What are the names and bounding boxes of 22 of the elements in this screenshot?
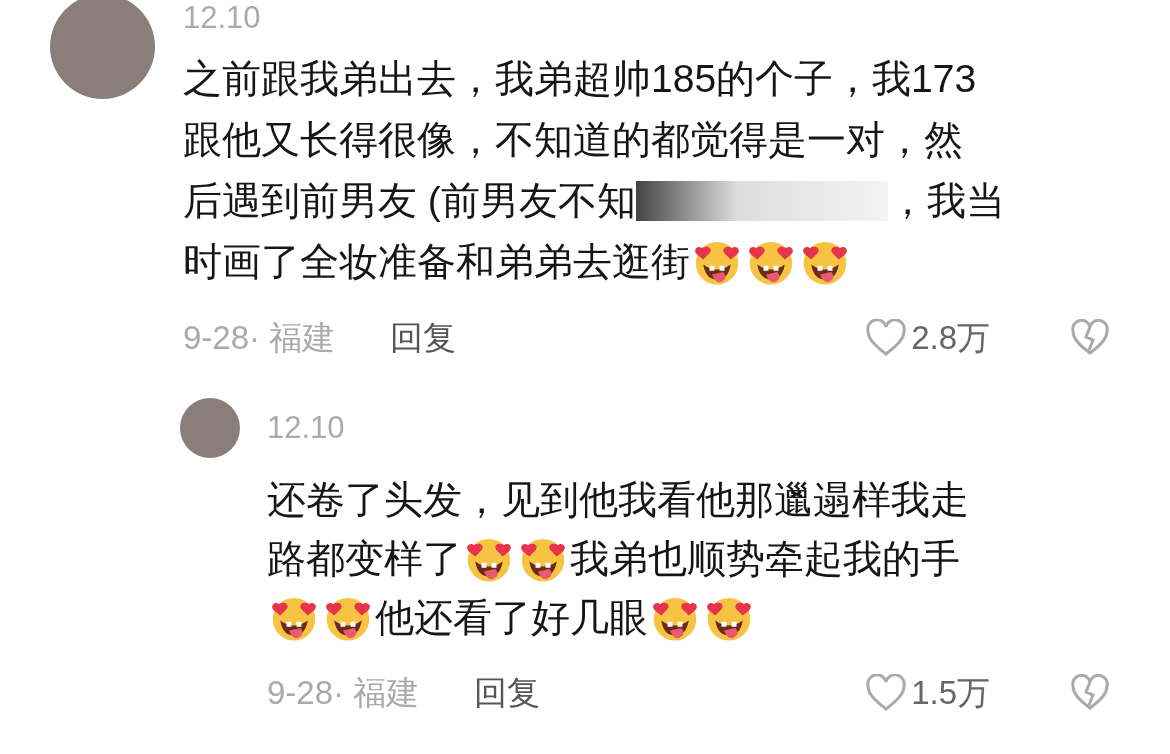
comment-text: 他还看了好几眼 xyxy=(375,594,648,641)
broken-heart-icon[interactable] xyxy=(1070,319,1110,357)
comment-text: 我弟也顺势牵起我的手 xyxy=(570,535,960,582)
broken-heart-icon[interactable] xyxy=(1070,674,1110,712)
comment-text: 路都变样了 xyxy=(267,535,462,582)
like-count: 1.5万 xyxy=(911,672,990,713)
date-location: 9-28· 福建 xyxy=(267,672,420,713)
comment-text: 之前跟我弟出去，我弟超帅185的个子，我173 xyxy=(183,55,977,102)
date-location: 9-28· 福建 xyxy=(183,317,336,358)
comment-text: 还卷了头发，见到他我看他那邋遢样我走 xyxy=(267,476,969,523)
reply-button[interactable]: 回复 xyxy=(390,315,457,361)
comment-time: 12.10 xyxy=(267,410,346,446)
comment-text: 后遇到前男友 (前男友不知 xyxy=(183,177,636,224)
like-count: 2.8万 xyxy=(911,317,990,358)
comment-time: 12.10 xyxy=(183,0,262,36)
comment-text: ，我当 xyxy=(887,177,1005,224)
reply-button[interactable]: 回复 xyxy=(474,670,541,716)
comment-text: 跟他又长得很像，不知道的都觉得是一对，然 xyxy=(183,116,963,163)
heart-icon[interactable] xyxy=(865,674,908,712)
avatar[interactable] xyxy=(180,398,240,458)
comment-text: 时画了全妆准备和弟弟去逛街 xyxy=(183,238,690,285)
heart-icon[interactable] xyxy=(865,319,908,357)
